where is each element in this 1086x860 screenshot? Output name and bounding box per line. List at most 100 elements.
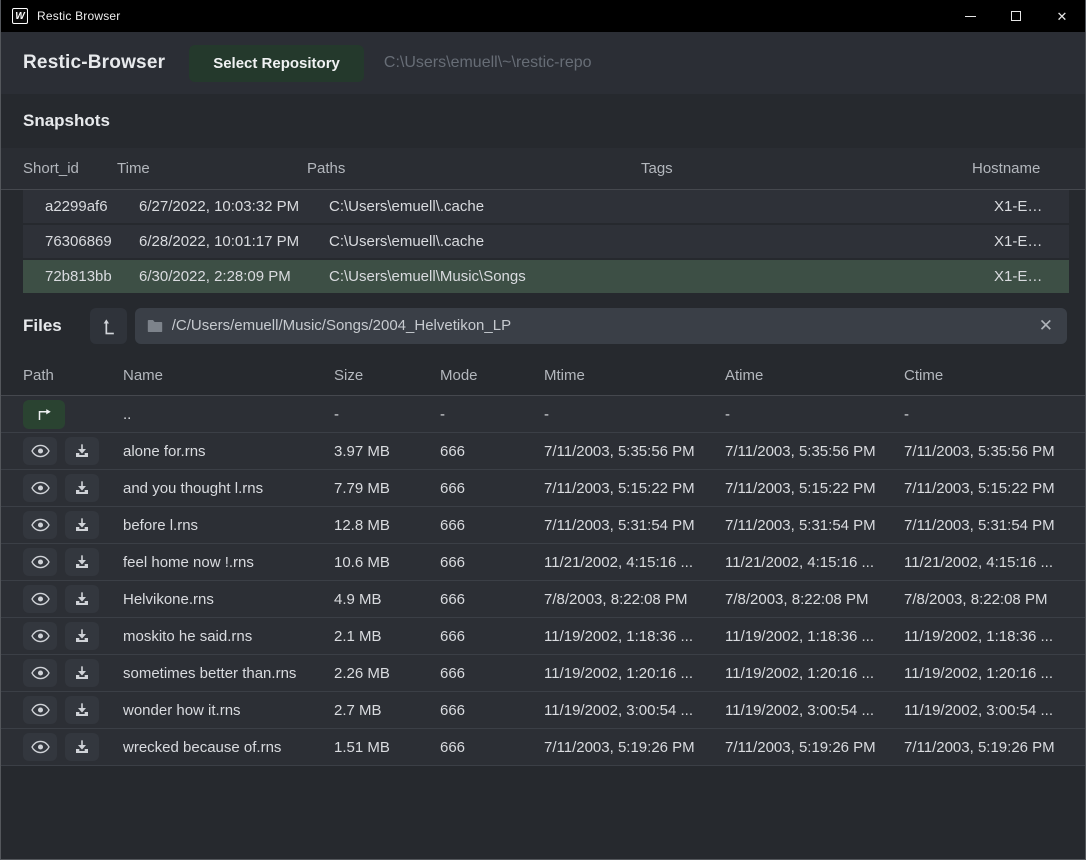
column-header-size: Size: [334, 367, 440, 384]
snapshot-short-id: 72b813bb: [45, 268, 139, 285]
file-size: 4.9 MB: [334, 591, 440, 608]
file-row[interactable]: Helvikone.rns 4.9 MB 666 7/8/2003, 8:22:…: [1, 581, 1085, 618]
view-file-button[interactable]: [23, 733, 57, 761]
maximize-button[interactable]: [993, 0, 1039, 32]
file-name: wrecked because of.rns: [123, 739, 334, 756]
view-file-button[interactable]: [23, 622, 57, 650]
column-header-paths: Paths: [307, 160, 641, 177]
file-mode: 666: [440, 443, 544, 460]
column-header-ctime: Ctime: [904, 367, 1069, 384]
wails-logo-icon: W: [12, 8, 28, 24]
close-icon: ✕: [1057, 10, 1068, 23]
clear-icon: ✕: [1039, 316, 1053, 335]
download-file-button[interactable]: [65, 659, 99, 687]
minimize-button[interactable]: [947, 0, 993, 32]
file-atime: 11/19/2002, 1:20:16 ...: [725, 665, 904, 682]
files-table-body-wrap: .. - - - - - alone for.rns: [1, 396, 1085, 859]
file-mtime: 11/21/2002, 4:15:16 ...: [544, 554, 725, 571]
snapshots-title: Snapshots: [23, 111, 110, 131]
file-name: feel home now !.rns: [123, 554, 334, 571]
file-ctime: 11/19/2002, 1:20:16 ...: [904, 665, 1069, 682]
file-mode: 666: [440, 665, 544, 682]
file-ctime: 7/11/2003, 5:19:26 PM: [904, 739, 1069, 756]
download-icon: [74, 702, 90, 718]
file-mtime: 7/11/2003, 5:35:56 PM: [544, 443, 725, 460]
download-file-button[interactable]: [65, 622, 99, 650]
eye-icon: [31, 592, 50, 606]
eye-icon: [31, 481, 50, 495]
download-file-button[interactable]: [65, 696, 99, 724]
file-name: Helvikone.rns: [123, 591, 334, 608]
file-ctime: 11/21/2002, 4:15:16 ...: [904, 554, 1069, 571]
file-row[interactable]: wrecked because of.rns 1.51 MB 666 7/11/…: [1, 729, 1085, 766]
file-row[interactable]: alone for.rns 3.97 MB 666 7/11/2003, 5:3…: [1, 433, 1085, 470]
repository-path: C:\Users\emuell\~\restic-repo: [384, 54, 592, 72]
download-file-button[interactable]: [65, 733, 99, 761]
snapshot-hostname: X1-EDU: [994, 198, 1053, 215]
file-mode: 666: [440, 702, 544, 719]
file-row[interactable]: before l.rns 12.8 MB 666 7/11/2003, 5:31…: [1, 507, 1085, 544]
file-size: 2.7 MB: [334, 702, 440, 719]
download-icon: [74, 517, 90, 533]
view-file-button[interactable]: [23, 511, 57, 539]
file-mode: 666: [440, 480, 544, 497]
download-file-button[interactable]: [65, 437, 99, 465]
download-file-button[interactable]: [65, 585, 99, 613]
files-title: Files: [23, 316, 62, 336]
view-file-button[interactable]: [23, 659, 57, 687]
download-icon: [74, 480, 90, 496]
file-row[interactable]: sometimes better than.rns 2.26 MB 666 11…: [1, 655, 1085, 692]
file-mode: 666: [440, 517, 544, 534]
close-button[interactable]: ✕: [1039, 0, 1085, 32]
download-file-button[interactable]: [65, 474, 99, 502]
file-atime: 11/19/2002, 3:00:54 ...: [725, 702, 904, 719]
eye-icon: [31, 444, 50, 458]
files-path-input[interactable]: /C/Users/emuell/Music/Songs/2004_Helveti…: [135, 308, 1067, 344]
file-ctime: 11/19/2002, 3:00:54 ...: [904, 702, 1069, 719]
select-repository-button[interactable]: Select Repository: [189, 45, 364, 82]
file-row[interactable]: feel home now !.rns 10.6 MB 666 11/21/20…: [1, 544, 1085, 581]
view-file-button[interactable]: [23, 474, 57, 502]
file-size: 2.26 MB: [334, 665, 440, 682]
download-file-button[interactable]: [65, 548, 99, 576]
file-mtime: 7/8/2003, 8:22:08 PM: [544, 591, 725, 608]
snapshot-row[interactable]: 76306869 6/28/2022, 10:01:17 PM C:\Users…: [23, 225, 1069, 258]
view-file-button[interactable]: [23, 696, 57, 724]
file-row[interactable]: and you thought l.rns 7.79 MB 666 7/11/2…: [1, 470, 1085, 507]
snapshot-row[interactable]: a2299af6 6/27/2022, 10:03:32 PM C:\Users…: [23, 190, 1069, 223]
view-file-button[interactable]: [23, 437, 57, 465]
file-atime: 11/19/2002, 1:18:36 ...: [725, 628, 904, 645]
file-row[interactable]: moskito he said.rns 2.1 MB 666 11/19/200…: [1, 618, 1085, 655]
parent-ctime: -: [904, 406, 1069, 423]
eye-icon: [31, 555, 50, 569]
view-file-button[interactable]: [23, 585, 57, 613]
app-header: Restic-Browser Select Repository C:\User…: [1, 32, 1085, 94]
parent-atime: -: [725, 406, 904, 423]
parent-directory-row[interactable]: .. - - - - -: [1, 396, 1085, 433]
file-row[interactable]: wonder how it.rns 2.7 MB 666 11/19/2002,…: [1, 692, 1085, 729]
files-table-header: Path Name Size Mode Mtime Atime Ctime: [1, 356, 1085, 396]
file-name: before l.rns: [123, 517, 334, 534]
file-mtime: 11/19/2002, 3:00:54 ...: [544, 702, 725, 719]
snapshot-time: 6/27/2022, 10:03:32 PM: [139, 198, 329, 215]
column-header-mtime: Mtime: [544, 367, 725, 384]
titlebar: W Restic Browser ✕: [1, 0, 1085, 32]
view-file-button[interactable]: [23, 548, 57, 576]
file-mtime: 11/19/2002, 1:18:36 ...: [544, 628, 725, 645]
download-icon: [74, 628, 90, 644]
snapshot-row[interactable]: 72b813bb 6/30/2022, 2:28:09 PM C:\Users\…: [23, 260, 1069, 293]
column-header-tags: Tags: [641, 160, 972, 177]
file-ctime: 11/19/2002, 1:18:36 ...: [904, 628, 1069, 645]
app-title: Restic-Browser: [23, 52, 165, 74]
dump-snapshot-button[interactable]: [90, 308, 127, 344]
download-file-button[interactable]: [65, 511, 99, 539]
go-parent-button[interactable]: [23, 400, 65, 429]
column-header-path: Path: [23, 367, 123, 384]
files-path-value: /C/Users/emuell/Music/Songs/2004_Helveti…: [172, 317, 1037, 334]
file-size: 1.51 MB: [334, 739, 440, 756]
column-header-hostname: Hostname: [972, 160, 1069, 177]
file-atime: 7/11/2003, 5:15:22 PM: [725, 480, 904, 497]
file-name: alone for.rns: [123, 443, 334, 460]
clear-path-button[interactable]: ✕: [1037, 317, 1055, 334]
column-header-name: Name: [123, 367, 334, 384]
